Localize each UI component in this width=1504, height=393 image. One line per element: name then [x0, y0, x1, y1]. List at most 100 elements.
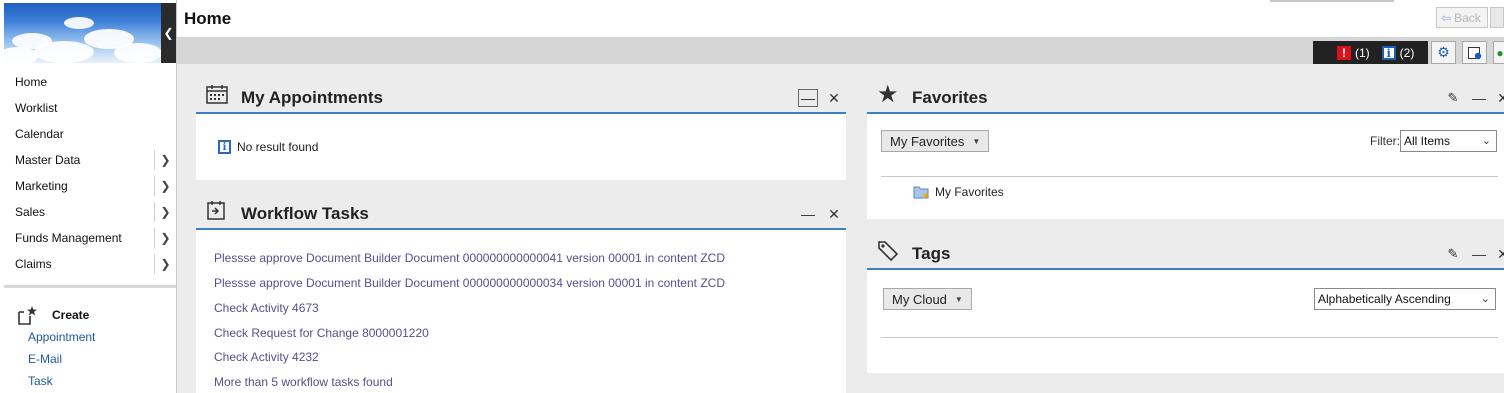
chevron-right-icon[interactable]: ❯	[154, 176, 176, 196]
create-email-link[interactable]: E-Mail	[4, 348, 176, 370]
favorites-title: Favorites	[912, 88, 988, 107]
filter-value: All Items	[1404, 134, 1451, 148]
nav-item-label: Home	[15, 75, 48, 89]
personalize-button[interactable]: ✎	[1445, 246, 1461, 262]
user-icon: ●	[1496, 45, 1504, 60]
workflow-header: Workflow Tasks — ✕	[196, 180, 846, 230]
favorite-folder-icon	[913, 186, 930, 199]
tags-dropdown-label: My Cloud	[892, 291, 947, 307]
page-title: Home	[184, 9, 232, 28]
tags-header: Tags ✎ — ✕	[867, 220, 1504, 270]
chevron-right-icon[interactable]: ❯	[154, 228, 176, 248]
close-button[interactable]: ✕	[1495, 246, 1504, 262]
caret-down-icon: ▼	[972, 136, 981, 146]
appointments-header: My Appointments — ✕	[196, 64, 846, 114]
minimize-button[interactable]: —	[1471, 90, 1487, 106]
back-label: Back	[1454, 10, 1481, 25]
info-icon[interactable]: i	[1381, 46, 1396, 60]
more-tasks-link[interactable]: More than 5 workflow tasks found	[214, 375, 393, 389]
tag-icon	[878, 241, 899, 262]
user-profile-button[interactable]: ●	[1493, 41, 1504, 64]
close-button[interactable]: ✕	[826, 90, 842, 106]
filter-label: Filter:	[1370, 134, 1400, 148]
info-count[interactable]: (2)	[1400, 46, 1415, 60]
error-count[interactable]: (1)	[1355, 46, 1370, 60]
favorites-folder[interactable]: My Favorites	[913, 184, 1004, 200]
nav-item-label: Calendar	[15, 127, 64, 141]
chevron-right-icon[interactable]: ❯	[154, 202, 176, 222]
task-link[interactable]: Check Request for Change 8000001220	[214, 326, 429, 340]
nav-item-funds-management[interactable]: Funds Management ❯	[4, 225, 176, 251]
empty-state: i No result found	[218, 140, 318, 154]
chevron-down-icon: ⌄	[1481, 135, 1491, 147]
favorites-header: ★ Favorites ✎ — ✕	[867, 64, 1504, 114]
close-icon: ✕	[1497, 89, 1504, 106]
tags-title: Tags	[912, 244, 951, 263]
task-icon	[207, 201, 225, 220]
task-link[interactable]: Plessse approve Document Builder Documen…	[214, 251, 725, 265]
nav-item-home[interactable]: Home	[4, 69, 176, 95]
chevron-right-icon[interactable]: ❯	[154, 150, 176, 170]
favorites-dropdown-label: My Favorites	[890, 133, 965, 149]
minimize-icon: —	[801, 206, 815, 222]
create-header: Create	[4, 304, 176, 326]
page-settings-icon	[1467, 46, 1481, 59]
favorites-folder-label: My Favorites	[935, 185, 1004, 199]
create-section: Create Appointment E-Mail Task	[4, 304, 176, 392]
close-button[interactable]: ✕	[826, 206, 842, 222]
create-new-icon	[18, 306, 37, 325]
nav-item-label: Funds Management	[15, 231, 122, 245]
close-button[interactable]: ✕	[1495, 90, 1504, 106]
favorites-dropdown-button[interactable]: My Favorites ▼	[881, 130, 990, 152]
filter-select[interactable]: All Items ⌄	[1400, 130, 1497, 152]
nav-item-label: Marketing	[15, 179, 68, 193]
nav-item-marketing[interactable]: Marketing ❯	[4, 173, 176, 199]
nav-item-worklist[interactable]: Worklist	[4, 95, 176, 121]
nav-item-label: Master Data	[15, 153, 81, 167]
page-menu-button[interactable]	[1490, 7, 1504, 28]
arrow-left-icon: ⇦	[1441, 10, 1452, 25]
nav-menu: Home Worklist Calendar Master Data ❯ Mark…	[4, 69, 176, 277]
settings-gear-button[interactable]: ⚙	[1431, 41, 1456, 64]
appointments-panel: My Appointments — ✕ i No result found	[196, 64, 846, 180]
chevron-left-icon: ❮	[163, 26, 174, 40]
message-bar[interactable]: ! (1) i (2)	[1313, 41, 1428, 65]
collapse-sidebar-button[interactable]: ❮	[161, 3, 176, 63]
back-button[interactable]: ⇦ Back	[1436, 7, 1488, 28]
minimize-icon: —	[1472, 90, 1486, 106]
create-appointment-link[interactable]: Appointment	[4, 326, 176, 348]
workflow-title: Workflow Tasks	[241, 204, 369, 223]
minimize-button[interactable]: —	[1471, 246, 1487, 262]
error-icon[interactable]: !	[1337, 46, 1351, 60]
personalize-page-button[interactable]	[1462, 41, 1487, 64]
caret-down-icon: ▼	[954, 294, 963, 304]
nav-item-sales[interactable]: Sales ❯	[4, 199, 176, 225]
create-task-link[interactable]: Task	[4, 370, 176, 392]
task-link[interactable]: Check Activity 4673	[214, 301, 319, 315]
sort-select[interactable]: Alphabetically Ascending ⌄	[1314, 288, 1496, 310]
logo-sky-image	[4, 3, 161, 63]
tags-dropdown-button[interactable]: My Cloud ▼	[883, 288, 972, 310]
nav-item-label: Worklist	[15, 101, 58, 115]
sidebar: ❮ Home Worklist Calendar Master Data ❯ Ma…	[0, 0, 177, 393]
minimize-button[interactable]: —	[800, 206, 816, 222]
chevron-down-icon: ⌄	[1480, 293, 1490, 305]
star-icon: ★	[877, 81, 899, 108]
nav-item-calendar[interactable]: Calendar	[4, 121, 176, 147]
search-field-edge[interactable]	[1270, 0, 1394, 2]
nav-item-claims[interactable]: Claims ❯	[4, 251, 176, 277]
create-label: Create	[52, 308, 90, 322]
personalize-button[interactable]: ✎	[1445, 90, 1461, 106]
nav-item-master-data[interactable]: Master Data ❯	[4, 147, 176, 173]
divider	[4, 285, 176, 288]
task-link[interactable]: Plessse approve Document Builder Documen…	[214, 276, 725, 290]
info-icon: i	[218, 140, 231, 154]
minimize-button[interactable]: —	[798, 89, 818, 107]
minimize-icon: —	[801, 90, 815, 106]
chevron-right-icon[interactable]: ❯	[154, 254, 176, 274]
gear-icon: ⚙	[1437, 44, 1450, 60]
edit-user-icon: ✎	[1447, 246, 1459, 261]
nav-item-label: Claims	[15, 257, 52, 271]
close-icon: ✕	[828, 89, 840, 106]
task-link[interactable]: Check Activity 4232	[214, 350, 319, 364]
